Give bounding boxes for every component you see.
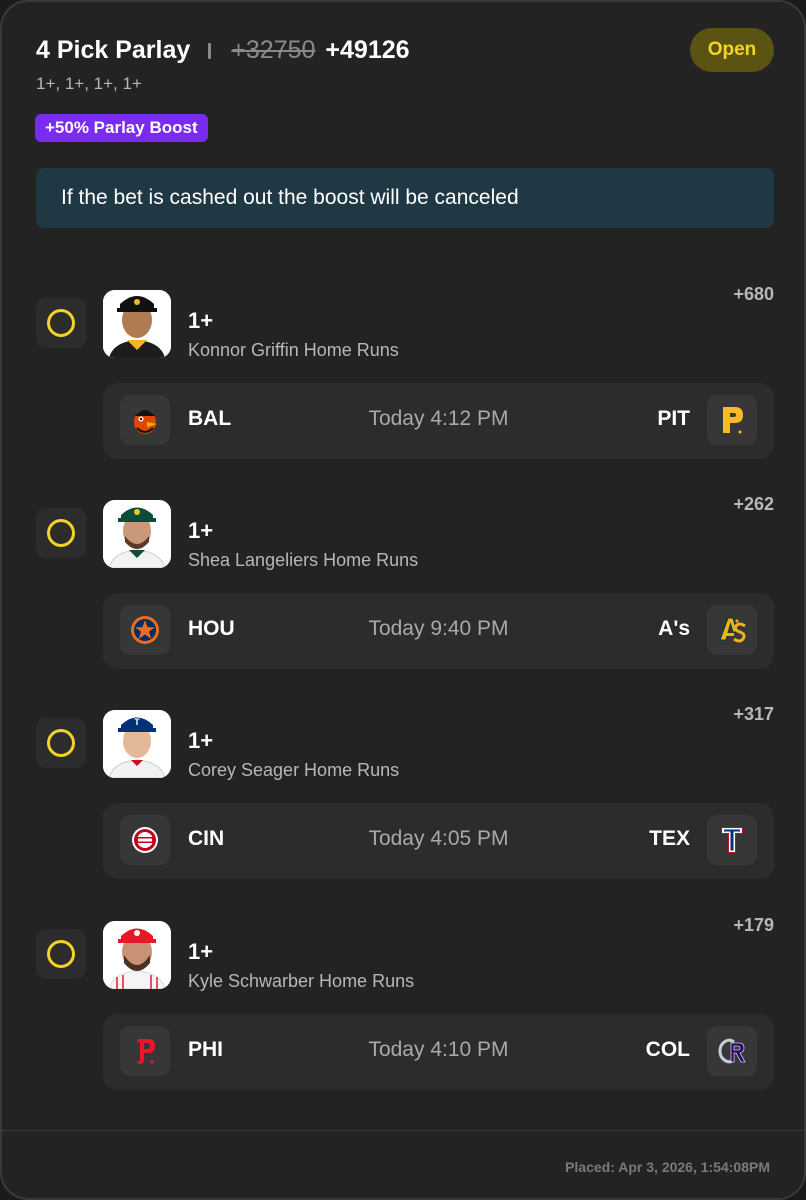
leg-item: 1+ Konnor Griffin Home Runs +680 BAL Tod… [2,284,806,478]
game-matchup[interactable]: HOU Today 9:40 PM A's [103,593,774,669]
pending-circle-icon [47,519,75,547]
player-avatar [103,921,171,989]
pick-line: 1+ [188,308,214,333]
original-odds: +32750 [231,36,316,64]
title-divider [208,42,212,59]
leg-status-indicator [36,718,86,768]
game-matchup[interactable]: CIN Today 4:05 PM TEX [103,803,774,879]
bet-title-row: 4 Pick Parlay +32750 +49126 [36,36,410,65]
home-team: COL [645,1038,690,1061]
parlay-boost-badge: +50% Parlay Boost [35,114,208,142]
pirates-p-icon [707,395,757,445]
pick-market: Konnor Griffin Home Runs [188,340,399,360]
game-matchup[interactable]: PHI Today 4:10 PM COL [103,1014,774,1090]
cashout-notice: If the bet is cashed out the boost will … [36,168,774,228]
home-team: A's [658,617,690,640]
pending-circle-icon [47,309,75,337]
game-matchup[interactable]: BAL Today 4:12 PM PIT [103,383,774,459]
pending-circle-icon [47,729,75,757]
svg-text:T: T [134,717,140,727]
footer-divider [2,1130,806,1131]
bet-card[interactable]: 4 Pick Parlay +32750 +49126 Open 1+, 1+,… [0,0,806,1200]
status-badge: Open [690,28,774,72]
pick-market: Shea Langeliers Home Runs [188,550,419,570]
leg-status-indicator [36,508,86,558]
pick-odds: +317 [733,704,774,724]
pick-line: 1+ [188,939,214,964]
pick-line: 1+ [188,518,214,543]
home-team: TEX [649,827,690,850]
pick-odds: +680 [733,284,774,304]
rangers-t-icon [707,815,757,865]
boosted-odds: +49126 [325,36,410,64]
player-avatar [103,290,171,358]
pick-market: Kyle Schwarber Home Runs [188,971,415,991]
lines-summary: 1+, 1+, 1+, 1+ [36,74,142,93]
player-avatar: T [103,710,171,778]
leg-status-indicator [36,298,86,348]
placed-timestamp: Placed: Apr 3, 2026, 1:54:08PM [565,1159,770,1175]
player-avatar [103,500,171,568]
pick-odds: +179 [733,915,774,935]
athletics-logo-icon [707,605,757,655]
pick-odds: +262 [733,494,774,514]
leg-status-indicator [36,929,86,979]
pick-line: 1+ [188,728,214,753]
pick-market: Corey Seager Home Runs [188,760,400,780]
bet-title: 4 Pick Parlay [36,36,191,64]
home-team: PIT [657,407,690,430]
pending-circle-icon [47,940,75,968]
leg-item: 1+ Kyle Schwarber Home Runs +179 PHI Tod… [2,915,806,1109]
leg-item: 1+ Shea Langeliers Home Runs +262 HOU To… [2,494,806,688]
leg-item: T 1+ Corey Seager Home Runs +317 CIN Tod… [2,704,806,898]
rockies-cr-icon [707,1026,757,1076]
